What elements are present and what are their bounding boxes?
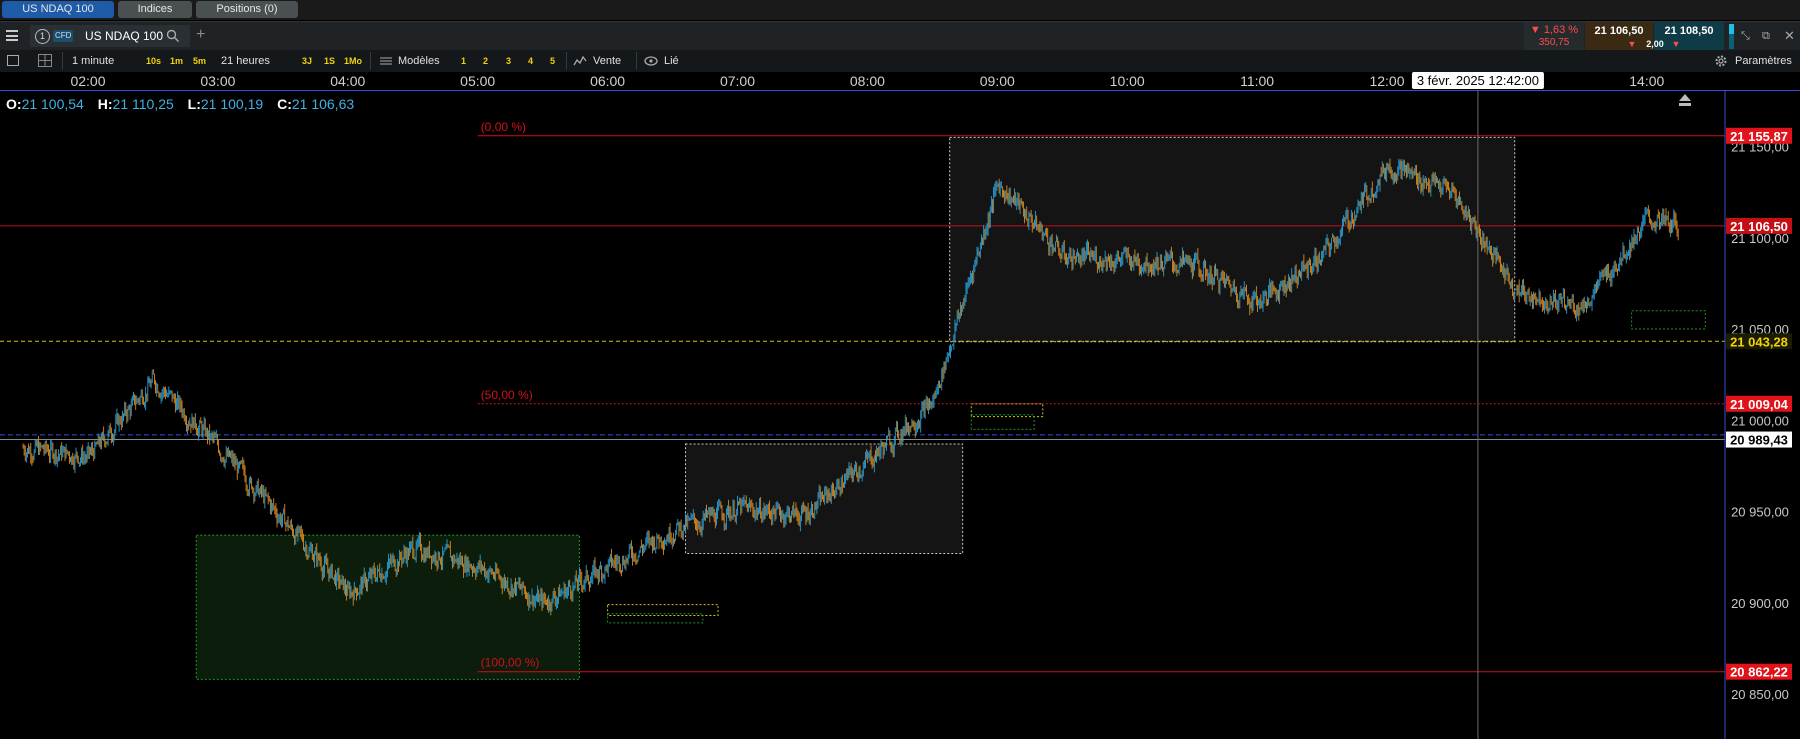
order-block-yellow <box>970 403 1044 418</box>
gear-icon[interactable] <box>1714 54 1728 68</box>
layout-grid-icon[interactable] <box>38 54 52 67</box>
window-indicator-icon <box>1729 24 1734 49</box>
price-series <box>22 158 1679 616</box>
open-label: O: <box>6 96 22 112</box>
zone-layer <box>195 136 1706 680</box>
close-label: C: <box>277 96 292 112</box>
ask-price: 21 108,50 <box>1664 25 1714 37</box>
price-tag-background <box>1726 395 1792 412</box>
minimize-icon[interactable]: ⤡ <box>1741 30 1750 43</box>
instrument-name: US NDAQ 100 <box>85 29 164 43</box>
quick-interval-1m[interactable]: 1m <box>170 53 183 69</box>
models-menu[interactable]: Modèles <box>398 53 440 69</box>
linked-toggle[interactable]: Lié <box>664 53 679 69</box>
tab-positions[interactable]: Positions (0) <box>196 1 298 18</box>
quick-interval-5m[interactable]: 5m <box>193 53 206 69</box>
ohlc-readout: O:21 100,54 H:21 110,25 L:21 100,19 C:21… <box>6 96 354 112</box>
price-tick-label: 20 950,00 <box>1731 505 1789 520</box>
change-percent: ▼ 1,63 % <box>1529 24 1579 36</box>
price-tick-label: 20 900,00 <box>1731 596 1789 611</box>
quote-change: ▼ 1,63 % 350,75 <box>1524 22 1584 51</box>
fib-label-1: (50,00 %) <box>481 388 533 402</box>
settings-button[interactable]: Paramètres <box>1735 53 1792 69</box>
tab-us-ndaq-100[interactable]: US NDAQ 100 <box>2 1 114 18</box>
template-2[interactable]: 2 <box>483 53 488 69</box>
sell-chart-icon <box>573 55 587 66</box>
template-4[interactable]: 4 <box>528 53 533 69</box>
separator <box>566 52 567 70</box>
price-tick-label: 21 100,00 <box>1731 231 1789 246</box>
template-1[interactable]: 1 <box>461 53 466 69</box>
level-lines-layer <box>0 135 1725 673</box>
close-value: 21 106,63 <box>291 96 355 112</box>
spread-arrow-right: ▼ <box>1671 39 1681 49</box>
price-tag-background <box>1726 217 1792 234</box>
order-block-yellow <box>607 604 719 617</box>
separator <box>636 52 637 70</box>
popout-icon[interactable]: ⧉ <box>1762 30 1770 43</box>
change-absolute: 350,75 <box>1538 37 1570 48</box>
high-value: 21 110,25 <box>112 96 174 112</box>
search-icon[interactable] <box>166 29 180 43</box>
price-tag-label: 21 106,50 <box>1730 219 1788 234</box>
link-icon <box>644 56 658 66</box>
chart-list-icon[interactable] <box>7 55 19 66</box>
order-block-green <box>1631 310 1706 330</box>
low-value: 21 100,19 <box>200 96 264 112</box>
link-number-badge: 1 <box>35 29 50 44</box>
open-value: 21 100,54 <box>21 96 84 112</box>
price-tag-background <box>1726 431 1792 448</box>
bid-price: 21 106,50 <box>1594 25 1644 37</box>
workspace-tab-bar: US NDAQ 100 Indices Positions (0) <box>0 0 1800 20</box>
price-tag-label: 21 043,28 <box>1730 334 1788 349</box>
price-tick-label: 21 050,00 <box>1731 322 1789 337</box>
price-tag-label: 20 989,43 <box>1730 433 1788 448</box>
price-tag-background <box>1726 663 1792 680</box>
spread-value: 2,00 <box>1646 39 1664 49</box>
time-axis <box>0 72 1800 91</box>
fibonacci-labels: (0,00 %) (50,00 %) (100,00 %) <box>481 120 540 670</box>
fib-label-2: (100,00 %) <box>481 656 540 670</box>
quick-range-1mo[interactable]: 1Mo <box>344 53 362 69</box>
order-block-green <box>607 613 704 624</box>
crosshair: 3 févr. 2025 12:42:00 <box>1411 72 1544 739</box>
close-icon[interactable]: ✕ <box>1784 28 1795 44</box>
consolidation-zone-midday <box>949 136 1516 343</box>
template-3[interactable]: 3 <box>506 53 511 69</box>
order-block-green <box>970 414 1035 430</box>
chart-toolbar: 1 minute 10s 1m 5m 21 heures 3J 1S 1Mo M… <box>0 50 1800 73</box>
consolidation-zone-morning <box>685 443 964 554</box>
scroll-to-latest-icon <box>1679 94 1691 106</box>
cfd-badge: CFD <box>53 30 74 42</box>
tab-indices[interactable]: Indices <box>118 1 192 18</box>
interval-dropdown[interactable]: 1 minute <box>72 53 114 69</box>
models-icon <box>380 57 392 65</box>
price-tick-label: 21 000,00 <box>1731 413 1789 428</box>
low-label: L: <box>187 96 201 112</box>
price-type-vente[interactable]: Vente <box>593 53 621 69</box>
quick-range-1s[interactable]: 1S <box>324 53 335 69</box>
add-tab-icon[interactable]: + <box>196 26 205 44</box>
template-5[interactable]: 5 <box>550 53 555 69</box>
price-tag-label: 21 155,87 <box>1730 129 1788 144</box>
high-label: H: <box>97 96 113 112</box>
price-tag-background <box>1726 127 1792 144</box>
fib-label-0: (0,00 %) <box>481 120 526 134</box>
instrument-toolbar: 1 CFD US NDAQ 100 + ▼ 1,63 % 350,75 21 1… <box>0 21 1800 51</box>
price-tick-label: 20 850,00 <box>1731 687 1789 702</box>
price-tag-label: 20 862,22 <box>1730 665 1788 680</box>
price-tag-background <box>1726 333 1792 350</box>
instrument-tab[interactable]: 1 CFD US NDAQ 100 <box>30 25 190 47</box>
quick-range-3j[interactable]: 3J <box>302 53 312 69</box>
spread-arrow-left: ▼ <box>1627 39 1637 49</box>
price-tick-label: 21 150,00 <box>1731 140 1789 155</box>
range-dropdown[interactable]: 21 heures <box>221 53 270 69</box>
separator <box>370 52 371 70</box>
price-axis: 21 150,00 21 100,00 21 050,00 21 000,00 20 9… <box>1679 90 1792 739</box>
demand-zone-green <box>195 534 580 680</box>
price-tag-label: 21 009,04 <box>1730 397 1789 412</box>
hamburger-menu-icon[interactable] <box>6 30 18 41</box>
quick-interval-10s[interactable]: 10s <box>146 53 161 69</box>
separator <box>62 52 63 70</box>
